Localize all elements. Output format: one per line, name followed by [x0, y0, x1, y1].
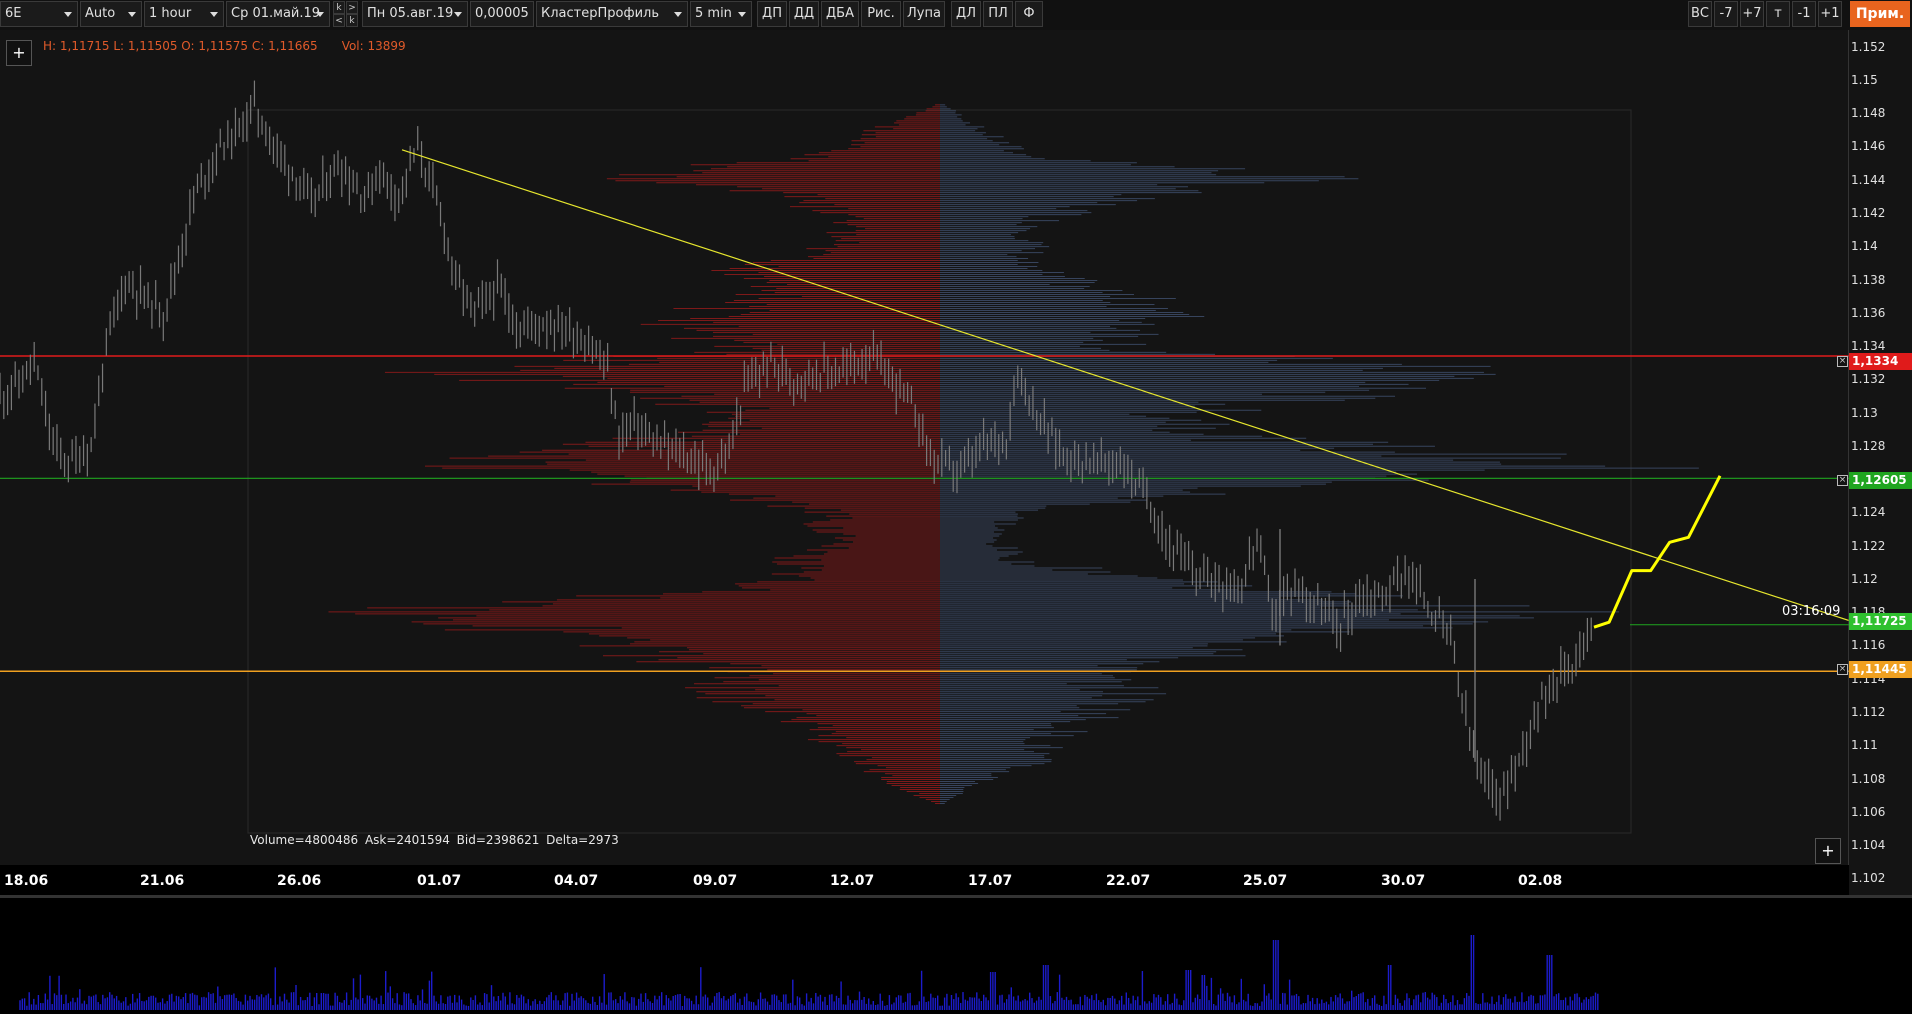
tick-size-input[interactable]: 0,00005 — [470, 1, 534, 27]
price-tick-label: 1.144 — [1851, 172, 1886, 187]
time-tick-label: 01.07 — [417, 873, 462, 889]
nav-first-button[interactable]: k — [333, 1, 345, 14]
red-level-tag: 1,1334 — [1849, 353, 1912, 370]
date-from-select[interactable]: Ср 01.май.19 — [226, 1, 330, 27]
price-tick-label: 1.12 — [1851, 571, 1878, 586]
minus7-button[interactable]: -7 — [1714, 1, 1738, 27]
chart-canvas — [0, 30, 1849, 895]
time-tick-label: 09.07 — [693, 873, 738, 889]
dp-button[interactable]: ДП — [757, 1, 787, 27]
dl-button[interactable]: ДЛ — [951, 1, 981, 27]
volume-readout: Vol: 13899 — [341, 39, 406, 53]
bar-timer: 03:16:09 — [1782, 604, 1841, 619]
price-tick-label: 1.124 — [1851, 505, 1886, 520]
minus1-button[interactable]: -1 — [1792, 1, 1816, 27]
price-tick-label: 1.146 — [1851, 139, 1886, 154]
t-button[interactable]: т — [1766, 1, 1790, 27]
nav-prev-button[interactable]: < — [333, 14, 345, 27]
scale-select[interactable]: Auto — [80, 1, 142, 27]
price-tick-label: 1.15 — [1851, 72, 1878, 87]
time-tick-label: 04.07 — [554, 873, 599, 889]
draw-button[interactable]: Рис. — [861, 1, 901, 27]
projection-curve — [1593, 475, 1722, 629]
orange-level-tag: 1,11445 — [1849, 661, 1912, 678]
notes-button[interactable]: Прим. — [1850, 1, 1910, 27]
green-level-tag: 1,12605 — [1849, 472, 1912, 489]
all-button[interactable]: ВС — [1688, 1, 1712, 27]
time-tick-label: 17.07 — [968, 873, 1013, 889]
time-tick-label: 26.06 — [277, 873, 322, 889]
trendline — [401, 149, 1849, 622]
price-tick-label: 1.108 — [1851, 771, 1886, 786]
price-tick-label: 1.128 — [1851, 438, 1886, 453]
price-tick-label: 1.112 — [1851, 705, 1886, 720]
price-tick-label: 1.152 — [1851, 39, 1886, 54]
magnifier-button[interactable]: Лупа — [903, 1, 945, 27]
time-tick-label: 22.07 — [1106, 873, 1151, 889]
volume-profile — [328, 104, 1699, 805]
remove-orange-level-icon[interactable]: × — [1837, 664, 1848, 675]
price-tick-label: 1.142 — [1851, 205, 1886, 220]
nav-last-button[interactable]: k — [346, 14, 358, 27]
price-tick-label: 1.13 — [1851, 405, 1878, 420]
price-tick-label: 1.132 — [1851, 372, 1886, 387]
price-tick-label: 1.138 — [1851, 272, 1886, 287]
time-tick-label: 12.07 — [830, 873, 875, 889]
plus7-button[interactable]: +7 — [1740, 1, 1764, 27]
profile-timeframe-select[interactable]: 5 min — [690, 1, 752, 27]
price-tick-label: 1.136 — [1851, 305, 1886, 320]
price-tick-label: 1.102 — [1851, 871, 1886, 886]
price-axis[interactable]: 1.152 1.15 1.148 1.146 1.144 1.142 1.14 1.138 1.… — [1849, 30, 1912, 895]
add-indicator-button[interactable]: + — [6, 40, 32, 66]
price-tick-label: 1.122 — [1851, 538, 1886, 553]
pl-button[interactable]: ПЛ — [983, 1, 1013, 27]
remove-green-level-icon[interactable]: × — [1837, 475, 1848, 486]
price-tick-label: 1.11 — [1851, 738, 1878, 753]
plus1-button[interactable]: +1 — [1818, 1, 1842, 27]
price-chart[interactable]: + H: 1,11715 L: 1,11505 O: 1,11575 C: 1,… — [0, 30, 1912, 895]
f-button[interactable]: Ф — [1015, 1, 1043, 27]
price-tick-label: 1.14 — [1851, 239, 1878, 254]
volume-canvas — [19, 935, 1599, 1010]
ohlc-readout: H: 1,11715 L: 1,11505 O: 1,11575 C: 1,11… — [43, 39, 406, 53]
dba-button[interactable]: ДБА — [821, 1, 859, 27]
time-tick-label: 25.07 — [1243, 873, 1288, 889]
time-tick-label: 02.08 — [1518, 873, 1563, 889]
symbol-select[interactable]: 6E — [0, 1, 78, 27]
remove-red-level-icon[interactable]: × — [1837, 356, 1848, 367]
toolbar: 6E Auto 1 hour Ср 01.май.19 k < > k Пн 0… — [0, 0, 1912, 30]
price-tick-label: 1.148 — [1851, 106, 1886, 121]
timeframe-select[interactable]: 1 hour — [144, 1, 224, 27]
time-tick-label: 18.06 — [4, 873, 49, 889]
add-panel-button[interactable]: + — [1815, 838, 1841, 864]
time-tick-label: 30.07 — [1381, 873, 1426, 889]
date-to-select[interactable]: Пн 05.авг.19 — [362, 1, 468, 27]
price-tick-label: 1.104 — [1851, 838, 1886, 853]
volume-panel — [0, 898, 1912, 1010]
time-tick-label: 21.06 — [140, 873, 185, 889]
nav-next-button[interactable]: > — [346, 1, 358, 14]
time-axis[interactable]: 18.06 21.06 26.06 01.07 04.07 09.07 12.07 17.07… — [0, 865, 1849, 895]
template-select[interactable]: КластерПрофиль — [536, 1, 688, 27]
price-tick-label: 1.106 — [1851, 804, 1886, 819]
price-tick-label: 1.134 — [1851, 339, 1886, 354]
ohlc-values: H: 1,11715 L: 1,11505 O: 1,11575 C: 1,11… — [43, 39, 318, 53]
profile-stats: Volume=4800486 Ask=2401594 Bid=2398621 D… — [250, 833, 619, 847]
current-price-tag: 1,11725 — [1849, 613, 1912, 630]
dd-button[interactable]: ДД — [789, 1, 819, 27]
price-tick-label: 1.116 — [1851, 638, 1886, 653]
